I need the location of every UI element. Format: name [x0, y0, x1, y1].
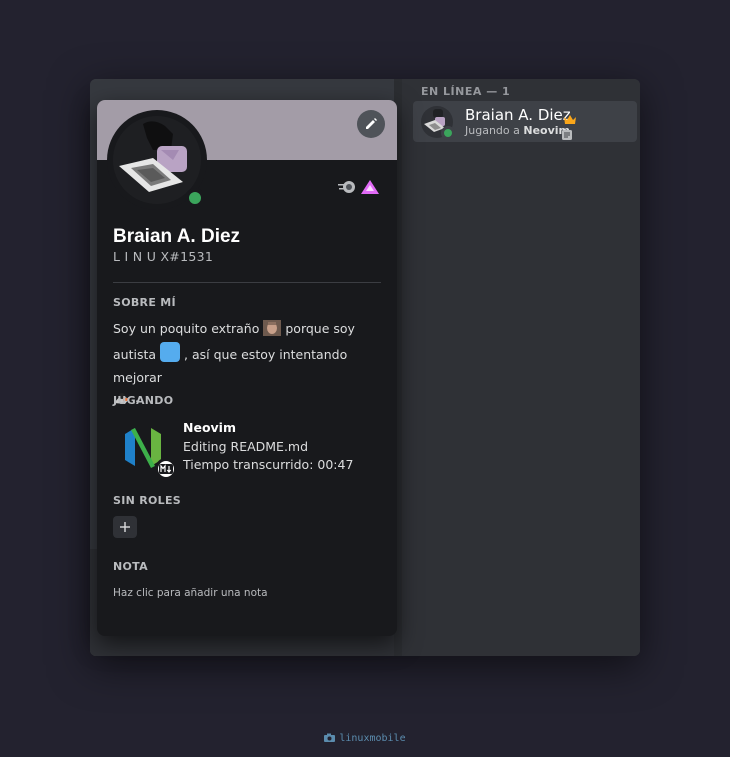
- about-text-1: Soy un poquito extraño: [113, 321, 260, 336]
- member-item[interactable]: Braian A. Diez Jugando a Neovim: [413, 101, 637, 142]
- member-name: Braian A. Diez: [465, 106, 571, 124]
- user-profile-popout: Braian A. Diez L I N U X#1531 SOBRE MÍ S…: [97, 100, 397, 636]
- markdown-icon: [155, 458, 177, 480]
- profile-separator: [113, 282, 381, 283]
- note-input[interactable]: Haz clic para añadir una nota: [113, 587, 268, 599]
- rich-presence-icon: [562, 125, 572, 140]
- crown-icon: [563, 110, 577, 124]
- blue-square-emoji: [160, 342, 181, 368]
- profile-display-name: Braian A. Diez: [113, 226, 241, 247]
- game-name: Neovim: [183, 420, 236, 435]
- game-elapsed-time: Tiempo transcurrido: 00:47: [183, 457, 354, 472]
- footer-label: linuxmobile: [339, 733, 406, 744]
- game-details: Editing README.md: [183, 439, 309, 454]
- note-title: NOTA: [113, 560, 148, 573]
- profile-username: L I N U X#1531: [113, 249, 214, 264]
- face-emoji: [263, 320, 282, 342]
- add-role-button[interactable]: [113, 516, 137, 538]
- about-me-title: SOBRE MÍ: [113, 296, 176, 309]
- screenshot-footer: linuxmobile: [0, 733, 730, 745]
- edit-profile-button[interactable]: [357, 110, 385, 138]
- online-section-header: EN LÍNEA — 1: [421, 85, 511, 98]
- member-avatar[interactable]: [421, 106, 455, 140]
- activity-prefix: Jugando a: [465, 124, 520, 137]
- member-status-dot: [441, 126, 455, 140]
- roles-title: SIN ROLES: [113, 494, 182, 507]
- plus-icon: [120, 522, 130, 532]
- camera-icon: [324, 733, 336, 745]
- member-activity: Jugando a Neovim: [465, 124, 570, 137]
- hypesquad-badge[interactable]: [360, 178, 379, 196]
- nitro-badge[interactable]: [337, 178, 355, 196]
- member-list: EN LÍNEA — 1 Braian A. Diez Jugando a Ne…: [402, 79, 640, 656]
- profile-avatar-wrapper: [107, 110, 207, 210]
- playing-title: JUGANDO: [113, 394, 174, 407]
- pencil-icon: [366, 118, 377, 129]
- profile-status-dot: [185, 188, 205, 208]
